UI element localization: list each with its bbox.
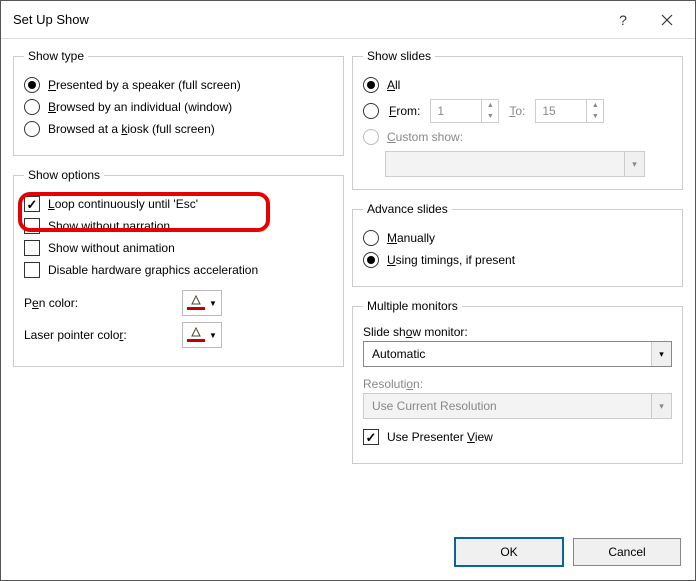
- laser-color-label: Laser pointer color:: [24, 328, 174, 342]
- help-button[interactable]: ?: [601, 5, 645, 35]
- checkbox-icon: [363, 429, 379, 445]
- check-disable-hw[interactable]: Disable hardware graphics acceleration: [24, 262, 333, 278]
- cancel-button[interactable]: Cancel: [573, 538, 681, 566]
- radio-manually[interactable]: Manually: [363, 230, 672, 246]
- setup-show-dialog: Set Up Show ? Show type Presented by a s…: [0, 0, 696, 581]
- radio-label: All: [387, 78, 400, 92]
- radio-custom-show: Custom show:: [363, 129, 672, 145]
- check-presenter-view[interactable]: Use Presenter View: [363, 429, 672, 445]
- to-label: To:: [509, 104, 525, 118]
- chevron-up-icon: ▲: [482, 100, 498, 111]
- combo-value: Use Current Resolution: [364, 399, 651, 413]
- titlebar: Set Up Show ?: [1, 1, 695, 39]
- radio-label: Presented by a speaker (full screen): [48, 78, 241, 92]
- chevron-down-icon: ▼: [209, 299, 217, 308]
- advance-legend: Advance slides: [363, 202, 452, 216]
- custom-show-combo: ▾: [385, 151, 645, 177]
- show-slides-legend: Show slides: [363, 49, 435, 63]
- checkbox-icon: [24, 240, 40, 256]
- radio-icon: [363, 77, 379, 93]
- from-input[interactable]: [431, 100, 481, 122]
- chevron-down-icon: ▼: [482, 111, 498, 122]
- radio-icon: [24, 121, 40, 137]
- show-type-legend: Show type: [24, 49, 88, 63]
- check-label: Disable hardware graphics acceleration: [48, 263, 258, 277]
- check-label: Use Presenter View: [387, 430, 493, 444]
- close-button[interactable]: [645, 5, 689, 35]
- radio-from-to[interactable]: From: ▲▼ To: ▲▼: [363, 99, 672, 123]
- radio-label: Browsed at a kiosk (full screen): [48, 122, 215, 136]
- radio-icon: [363, 252, 379, 268]
- radio-label: Custom show:: [387, 130, 463, 144]
- spinner-buttons[interactable]: ▲▼: [586, 100, 603, 122]
- dialog-title: Set Up Show: [13, 12, 601, 27]
- radio-browsed-kiosk[interactable]: Browsed at a kiosk (full screen): [24, 121, 333, 137]
- monitor-label: Slide show monitor:: [363, 325, 672, 339]
- check-loop[interactable]: Loop continuously until 'Esc': [24, 196, 333, 212]
- monitor-combo[interactable]: Automatic ▾: [363, 341, 672, 367]
- check-label: Show without narration: [48, 219, 170, 233]
- laser-color-icon: [187, 328, 205, 342]
- check-no-narration[interactable]: Show without narration: [24, 218, 333, 234]
- check-no-animation[interactable]: Show without animation: [24, 240, 333, 256]
- show-slides-group: Show slides All From: ▲▼ To: ▲▼: [352, 49, 683, 190]
- radio-icon: [24, 99, 40, 115]
- from-spinner[interactable]: ▲▼: [430, 99, 499, 123]
- monitors-legend: Multiple monitors: [363, 299, 462, 313]
- radio-all[interactable]: All: [363, 77, 672, 93]
- checkbox-icon: [24, 262, 40, 278]
- show-options-group: Show options Loop continuously until 'Es…: [13, 168, 344, 367]
- checkbox-icon: [24, 218, 40, 234]
- multiple-monitors-group: Multiple monitors Slide show monitor: Au…: [352, 299, 683, 464]
- checkbox-icon: [24, 196, 40, 212]
- chevron-down-icon: ▾: [651, 342, 671, 366]
- pen-color-label: Pen color:: [24, 296, 174, 310]
- close-icon: [661, 14, 673, 26]
- chevron-down-icon: ▼: [587, 111, 603, 122]
- from-label: From:: [389, 104, 420, 118]
- chevron-down-icon: ▼: [209, 331, 217, 340]
- chevron-up-icon: ▲: [587, 100, 603, 111]
- radio-presented[interactable]: Presented by a speaker (full screen): [24, 77, 333, 93]
- resolution-combo: Use Current Resolution ▾: [363, 393, 672, 419]
- radio-icon: [363, 103, 379, 119]
- pen-color-icon: [187, 296, 205, 310]
- radio-icon: [363, 129, 379, 145]
- radio-label: Using timings, if present: [387, 253, 515, 267]
- laser-color-picker[interactable]: ▼: [182, 322, 222, 348]
- radio-label: Manually: [387, 231, 435, 245]
- radio-using-timings[interactable]: Using timings, if present: [363, 252, 672, 268]
- to-input[interactable]: [536, 100, 586, 122]
- pen-color-picker[interactable]: ▼: [182, 290, 222, 316]
- to-spinner[interactable]: ▲▼: [535, 99, 604, 123]
- radio-browsed-individual[interactable]: Browsed by an individual (window): [24, 99, 333, 115]
- chevron-down-icon: ▾: [651, 394, 671, 418]
- check-label: Show without animation: [48, 241, 175, 255]
- radio-icon: [363, 230, 379, 246]
- show-type-group: Show type Presented by a speaker (full s…: [13, 49, 344, 156]
- radio-label: Browsed by an individual (window): [48, 100, 232, 114]
- chevron-down-icon: ▾: [624, 152, 644, 176]
- show-options-legend: Show options: [24, 168, 104, 182]
- dialog-footer: OK Cancel: [1, 530, 695, 580]
- ok-button[interactable]: OK: [455, 538, 563, 566]
- spinner-buttons[interactable]: ▲▼: [481, 100, 498, 122]
- combo-value: Automatic: [364, 347, 651, 361]
- radio-icon: [24, 77, 40, 93]
- resolution-label: Resolution:: [363, 377, 672, 391]
- check-label: Loop continuously until 'Esc': [48, 197, 198, 211]
- advance-slides-group: Advance slides Manually Using timings, i…: [352, 202, 683, 287]
